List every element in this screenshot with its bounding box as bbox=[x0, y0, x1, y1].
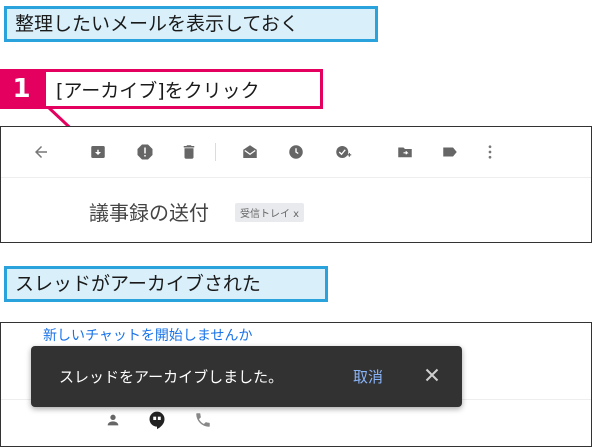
labels-icon[interactable] bbox=[439, 141, 461, 163]
inbox-label-chip[interactable]: 受信トレイ x bbox=[235, 203, 305, 222]
email-subject: 議事録の送付 bbox=[89, 201, 209, 225]
contacts-icon[interactable] bbox=[103, 410, 123, 430]
close-icon[interactable] bbox=[421, 364, 443, 386]
add-to-tasks-icon[interactable] bbox=[332, 141, 354, 163]
more-options-icon[interactable] bbox=[479, 141, 501, 163]
toast-message: スレッドをアーカイブしました。 bbox=[59, 368, 284, 386]
gmail-message-panel: 議事録の送付 受信トレイ x bbox=[0, 126, 592, 243]
section-heading-2-text: スレッドがアーカイブされた bbox=[15, 273, 261, 295]
toolbar-divider bbox=[1, 177, 591, 178]
mark-unread-icon[interactable] bbox=[239, 141, 261, 163]
snooze-icon[interactable] bbox=[285, 141, 307, 163]
toolbar-separator bbox=[215, 143, 216, 161]
snackbar-toast: スレッドをアーカイブしました。 取消 bbox=[31, 346, 462, 407]
phone-icon[interactable] bbox=[193, 410, 213, 430]
archive-icon[interactable] bbox=[87, 141, 109, 163]
start-chat-link[interactable]: 新しいチャットを開始しませんか bbox=[43, 325, 252, 345]
section-heading-2: スレッドがアーカイブされた bbox=[4, 266, 328, 302]
hangouts-icon[interactable] bbox=[147, 410, 167, 430]
delete-icon[interactable] bbox=[178, 141, 200, 163]
move-to-icon[interactable] bbox=[394, 141, 416, 163]
back-arrow-icon[interactable] bbox=[30, 141, 52, 163]
report-spam-icon[interactable] bbox=[134, 141, 156, 163]
undo-button[interactable]: 取消 bbox=[353, 366, 383, 387]
